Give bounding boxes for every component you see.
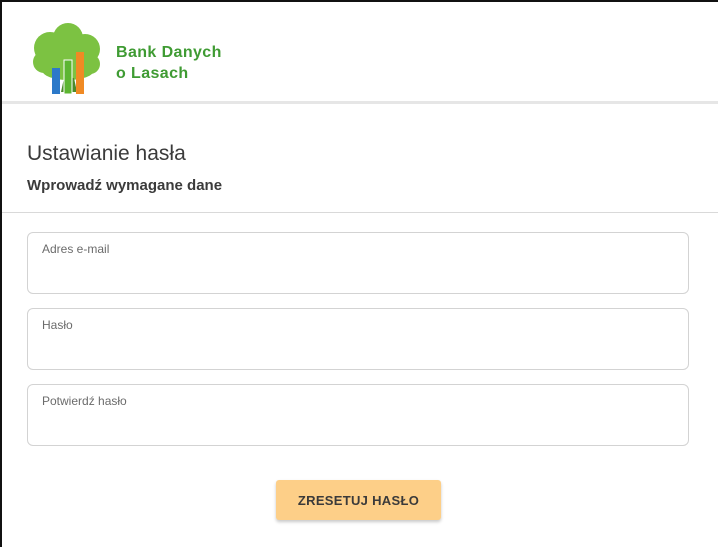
password-field[interactable]: Hasło xyxy=(27,308,689,370)
password-field-label: Hasło xyxy=(42,318,73,332)
email-input[interactable] xyxy=(42,263,672,285)
logo[interactable]: Bank Danych o Lasach xyxy=(28,22,238,98)
page-frame: Bank Danych o Lasach Ustawianie hasła Wp… xyxy=(0,0,718,547)
confirm-password-field[interactable]: Potwierdź hasło xyxy=(27,384,689,446)
confirm-password-field-label: Potwierdź hasło xyxy=(42,394,127,408)
email-field[interactable]: Adres e-mail xyxy=(27,232,689,294)
tree-chart-logo-icon xyxy=(33,23,100,95)
brand-line-2: o Lasach xyxy=(116,65,189,82)
password-input[interactable] xyxy=(42,339,672,361)
email-field-label: Adres e-mail xyxy=(42,242,110,256)
page-title: Ustawianie hasła xyxy=(27,142,186,165)
reset-password-button[interactable]: ZRESETUJ HASŁO xyxy=(276,480,441,520)
header: Bank Danych o Lasach xyxy=(2,2,718,104)
page-subtitle: Wprowadź wymagane dane xyxy=(27,177,223,194)
brand-line-1: Bank Danych xyxy=(116,44,222,61)
confirm-password-input[interactable] xyxy=(42,415,672,437)
divider xyxy=(2,212,718,213)
brand-name: Bank Danych o Lasach xyxy=(116,42,222,84)
